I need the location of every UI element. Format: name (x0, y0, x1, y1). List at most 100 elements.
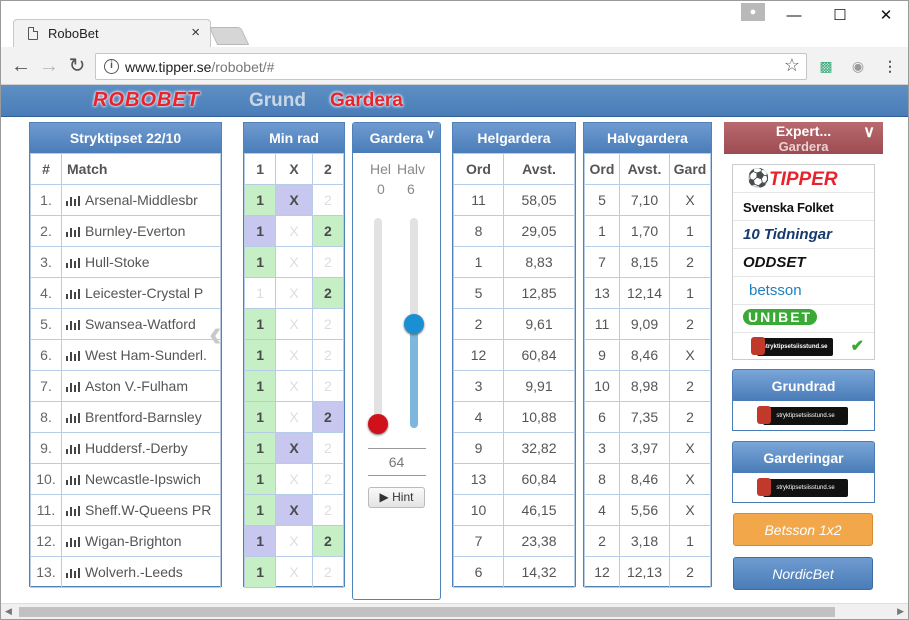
bar-chart-icon[interactable] (66, 475, 80, 485)
nav-grund[interactable]: Grund (249, 90, 306, 112)
pick-cell-1[interactable]: 1 (243, 339, 277, 371)
bar-chart-icon[interactable] (66, 444, 80, 454)
pick-cell-1[interactable]: 1 (243, 463, 277, 495)
pick-cell-2[interactable]: 2 (311, 432, 345, 464)
match-cell[interactable]: West Ham-Sunderl. (61, 339, 221, 371)
chevron-left-icon[interactable]: ‹ (209, 313, 222, 356)
pick-cell-x[interactable]: X (275, 339, 313, 371)
pick-cell-2[interactable]: 2 (311, 401, 345, 433)
match-cell[interactable]: Brentford-Barnsley (61, 401, 221, 433)
source-unibet[interactable]: UNIBET (733, 305, 874, 333)
scroll-right-icon[interactable]: ▶ (897, 606, 904, 617)
pick-cell-2[interactable]: 2 (311, 184, 345, 216)
pick-cell-1[interactable]: 1 (243, 184, 277, 216)
betsson-1x2-button[interactable]: Betsson 1x2 (733, 513, 873, 546)
user-profile-icon[interactable]: ● (741, 3, 765, 21)
hel-slider-thumb[interactable] (368, 414, 388, 434)
pick-cell-1[interactable]: 1 (243, 370, 277, 402)
gardera-header[interactable]: Gardera ∨ (353, 123, 440, 153)
browser-tab[interactable]: RoboBet × (13, 19, 211, 47)
pick-cell-x[interactable]: X (275, 184, 313, 216)
bar-chart-icon[interactable] (66, 568, 80, 578)
address-bar[interactable]: i www.tipper.se/robobet/# ☆ (95, 53, 807, 80)
pick-cell-x[interactable]: X (275, 463, 313, 495)
match-cell[interactable]: Huddersf.-Derby (61, 432, 221, 464)
source-tipper[interactable]: ⚽ TIPPER (733, 165, 874, 193)
pick-cell-2[interactable]: 2 (311, 370, 345, 402)
bar-chart-icon[interactable] (66, 382, 80, 392)
bar-chart-icon[interactable] (66, 227, 80, 237)
pick-cell-2[interactable]: 2 (311, 246, 345, 278)
maximize-button[interactable]: ☐ (817, 5, 863, 27)
pick-cell-2[interactable]: 2 (311, 339, 345, 371)
pick-cell-x[interactable]: X (275, 215, 313, 247)
pick-cell-x[interactable]: X (275, 401, 313, 433)
forward-icon[interactable]: → (37, 54, 61, 78)
bar-chart-icon[interactable] (66, 413, 80, 423)
match-cell[interactable]: Arsenal-Middlesbr (61, 184, 221, 216)
pick-cell-2[interactable]: 2 (311, 277, 345, 309)
source-svenska-folket[interactable]: Svenska Folket (733, 193, 874, 221)
pick-cell-x[interactable]: X (275, 556, 313, 588)
new-tab-button[interactable] (208, 27, 250, 45)
pick-cell-x[interactable]: X (275, 494, 313, 526)
bar-chart-icon[interactable] (66, 258, 80, 268)
pick-cell-2[interactable]: 2 (311, 494, 345, 526)
bar-chart-icon[interactable] (66, 320, 80, 330)
scroll-left-icon[interactable]: ◀ (5, 606, 12, 617)
pick-cell-1[interactable]: 1 (243, 246, 277, 278)
garderingar-source[interactable]: stryktipsetsiisstund.se (732, 473, 875, 503)
nav-gardera[interactable]: Gardera (330, 90, 403, 112)
pick-cell-x[interactable]: X (275, 277, 313, 309)
pick-cell-2[interactable]: 2 (311, 525, 345, 557)
robobet-logo[interactable]: ROBOBET (93, 89, 231, 111)
match-cell[interactable]: Sheff.W-Queens PR (61, 494, 221, 526)
hint-button[interactable]: ▶ Hint (368, 487, 425, 508)
match-cell[interactable]: Burnley-Everton (61, 215, 221, 247)
match-cell[interactable]: Wigan-Brighton (61, 525, 221, 557)
pick-cell-x[interactable]: X (275, 370, 313, 402)
bar-chart-icon[interactable] (66, 506, 80, 516)
pick-cell-2[interactable]: 2 (311, 308, 345, 340)
horizontal-scrollbar[interactable]: ◀ ▶ (1, 603, 908, 619)
match-cell[interactable]: Wolverh.-Leeds (61, 556, 221, 588)
menu-icon[interactable]: ⋮ (881, 57, 899, 75)
source-stryktipsetsiisstund[interactable]: stryktipsetsiisstund.se ✔ (733, 333, 874, 361)
expert-gardera-button[interactable]: Expert... Gardera ∨ (724, 122, 883, 154)
bar-chart-icon[interactable] (66, 351, 80, 361)
close-tab-icon[interactable]: × (191, 24, 200, 41)
pick-cell-2[interactable]: 2 (311, 463, 345, 495)
source-10-tidningar[interactable]: 10 Tidningar (733, 221, 874, 249)
match-cell[interactable]: Newcastle-Ipswich (61, 463, 221, 495)
bar-chart-icon[interactable] (66, 196, 80, 206)
garderingar-button[interactable]: Garderingar (732, 441, 875, 473)
pick-cell-2[interactable]: 2 (311, 556, 345, 588)
source-betsson[interactable]: betsson (733, 277, 874, 305)
match-cell[interactable]: Aston V.-Fulham (61, 370, 221, 402)
pick-cell-1[interactable]: 1 (243, 308, 277, 340)
pick-cell-1[interactable]: 1 (243, 432, 277, 464)
back-icon[interactable]: ← (9, 54, 33, 78)
hel-slider-track[interactable] (374, 218, 382, 428)
match-cell[interactable]: Swansea-Watford (61, 308, 221, 340)
nordicbet-button[interactable]: NordicBet (733, 557, 873, 590)
pick-cell-1[interactable]: 1 (243, 556, 277, 588)
pick-cell-1[interactable]: 1 (243, 525, 277, 557)
pick-cell-x[interactable]: X (275, 308, 313, 340)
chevron-down-icon[interactable]: ∨ (426, 119, 435, 149)
pick-cell-1[interactable]: 1 (243, 401, 277, 433)
bookmark-star-icon[interactable]: ☆ (784, 55, 800, 76)
pick-cell-x[interactable]: X (275, 432, 313, 464)
scrollbar-thumb[interactable] (19, 607, 835, 617)
bar-chart-icon[interactable] (66, 289, 80, 299)
pick-cell-1[interactable]: 1 (243, 215, 277, 247)
grundrad-source[interactable]: stryktipsetsiisstund.se (732, 401, 875, 431)
halv-slider-thumb[interactable] (404, 314, 424, 334)
bar-chart-icon[interactable] (66, 537, 80, 547)
pick-cell-2[interactable]: 2 (311, 215, 345, 247)
match-cell[interactable]: Hull-Stoke (61, 246, 221, 278)
pick-cell-x[interactable]: X (275, 525, 313, 557)
match-cell[interactable]: Leicester-Crystal P (61, 277, 221, 309)
grundrad-button[interactable]: Grundrad (732, 369, 875, 401)
close-window-button[interactable]: ✕ (863, 5, 909, 27)
